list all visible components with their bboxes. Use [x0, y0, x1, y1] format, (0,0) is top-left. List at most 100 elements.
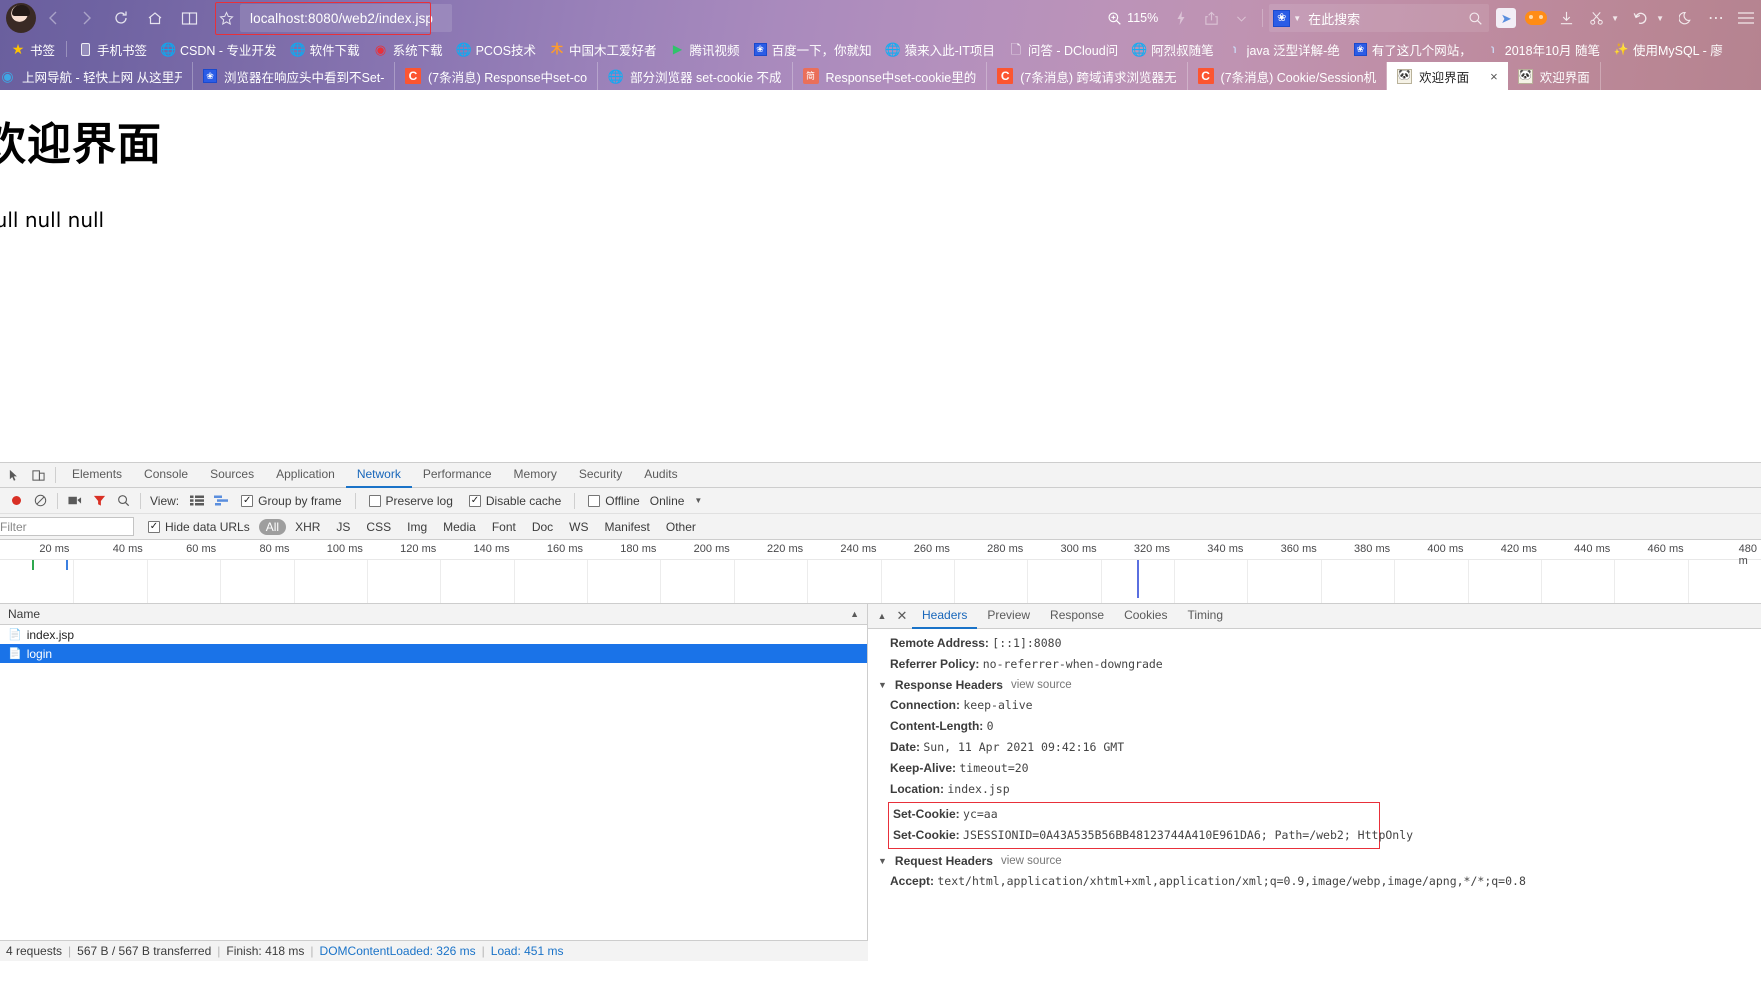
response-headers-section[interactable]: ▼ Response Headers view source — [878, 675, 1761, 695]
bird-extension-icon[interactable]: ➤ — [1491, 3, 1521, 33]
browser-tab[interactable]: C (7条消息) Cookie/Session机 — [1188, 62, 1388, 90]
bookmark-item[interactable]: 木中国木工爱好者 — [543, 38, 664, 60]
close-icon[interactable]: ✕ — [892, 606, 912, 626]
bookmark-item[interactable]: ❀ 百度一下，你就知 — [747, 38, 879, 60]
view-waterfall-icon[interactable] — [209, 489, 233, 513]
search-icon[interactable] — [111, 489, 135, 513]
bookmark-item[interactable]: 🌐 PCOS技术 — [450, 38, 543, 60]
bookmark-item[interactable]: ★ 书签 — [4, 38, 62, 60]
request-headers-section[interactable]: ▼ Request Headers view source — [878, 851, 1761, 871]
view-source-link[interactable]: view source — [1011, 679, 1072, 691]
bookmark-item[interactable]: ▶ 腾讯视频 — [664, 38, 747, 60]
browser-tab[interactable]: 简 Response中set-cookie里的 — [793, 62, 988, 90]
devtools-tab-performance[interactable]: Performance — [412, 463, 503, 488]
forward-arrow-icon[interactable] — [70, 3, 104, 33]
url-input[interactable]: localhost:8080/web2/index.jsp — [240, 4, 452, 32]
search-engine-caret-icon[interactable]: ▼ — [1293, 14, 1301, 23]
bookmark-item[interactable]: ◉ 系统下载 — [367, 38, 450, 60]
tab-close-icon[interactable]: × — [1490, 69, 1498, 84]
lightning-icon[interactable] — [1166, 3, 1196, 33]
devtools-tab-audits[interactable]: Audits — [633, 463, 688, 488]
bookmark-item[interactable]: 🌐 CSDN - 专业开发 — [154, 38, 284, 60]
refresh-icon[interactable] — [104, 3, 138, 33]
browser-tab[interactable]: C (7条消息) 跨域请求浏览器无 — [987, 62, 1188, 90]
filter-type-js[interactable]: JS — [329, 519, 357, 535]
browser-tab[interactable]: 🐼 欢迎界面 — [1508, 62, 1601, 90]
sort-arrow-icon[interactable]: ▲ — [850, 609, 859, 619]
devtools-tab-sources[interactable]: Sources — [199, 463, 265, 488]
table-row[interactable]: 📄 index.jsp — [0, 625, 867, 644]
devtools-tab-memory[interactable]: Memory — [503, 463, 568, 488]
reading-view-icon[interactable] — [172, 3, 206, 33]
game-controller-icon[interactable] — [1521, 3, 1551, 33]
devtools-tab-security[interactable]: Security — [568, 463, 633, 488]
request-list-header[interactable]: Name ▲ — [0, 604, 867, 625]
bookmark-item[interactable]: 手机书签 — [71, 38, 154, 60]
devtools-tab-console[interactable]: Console — [133, 463, 199, 488]
browser-tab[interactable]: 🌐 部分浏览器 set-cookie 不成 — [598, 62, 793, 90]
detail-tab-cookies[interactable]: Cookies — [1114, 604, 1177, 629]
throttling-caret-icon[interactable]: ▼ — [694, 496, 702, 505]
bookmark-item[interactable]: 🌐 软件下载 — [284, 38, 367, 60]
filter-type-img[interactable]: Img — [400, 519, 434, 535]
filter-type-manifest[interactable]: Manifest — [598, 519, 657, 535]
triangle-down-icon[interactable]: ▼ — [878, 856, 887, 866]
record-button[interactable] — [4, 489, 28, 513]
devtools-tab-application[interactable]: Application — [265, 463, 346, 488]
filter-input[interactable]: Filter — [0, 517, 134, 536]
search-input[interactable]: 在此搜索 — [1308, 9, 1360, 28]
view-source-link[interactable]: view source — [1001, 855, 1062, 867]
more-options-icon[interactable]: ⋯ — [1701, 3, 1731, 33]
undo-icon[interactable] — [1626, 3, 1656, 33]
search-box[interactable]: ❀ ▼ 在此搜索 — [1269, 4, 1490, 32]
download-icon[interactable] — [1551, 3, 1581, 33]
filter-type-xhr[interactable]: XHR — [288, 519, 327, 535]
device-toolbar-icon[interactable] — [26, 464, 50, 486]
home-icon[interactable] — [138, 3, 172, 33]
scissors-icon[interactable] — [1581, 3, 1611, 33]
back-arrow-icon[interactable] — [36, 3, 70, 33]
filter-type-media[interactable]: Media — [436, 519, 483, 535]
throttling-select[interactable]: Online — [650, 494, 685, 508]
browser-tab[interactable]: ◉ 上网导航 - 轻快上网 从这里开 — [0, 62, 193, 90]
table-row[interactable]: 📄 login — [0, 644, 867, 663]
hide-data-urls-checkbox[interactable]: ✓ Hide data URLs — [148, 520, 250, 534]
bookmark-item[interactable]: ✨ 使用MySQL - 廖 — [1607, 38, 1730, 60]
triangle-down-icon[interactable]: ▼ — [878, 680, 887, 690]
browser-tab-active[interactable]: 🐼 欢迎界面 × — [1387, 62, 1508, 90]
filter-type-font[interactable]: Font — [485, 519, 523, 535]
collapse-icon[interactable]: ▲ — [872, 606, 892, 626]
group-by-frame-checkbox[interactable]: ✓ Group by frame — [241, 494, 342, 508]
bookmark-item[interactable]: 🌐 阿烈叔随笔 — [1125, 38, 1221, 60]
filter-type-css[interactable]: CSS — [359, 519, 398, 535]
detail-tab-preview[interactable]: Preview — [977, 604, 1040, 629]
detail-tab-headers[interactable]: Headers — [912, 604, 978, 629]
filter-funnel-icon[interactable] — [87, 489, 111, 513]
bookmark-item[interactable]: 🗋 问答 - DCloud问 — [1002, 38, 1125, 60]
filter-type-ws[interactable]: WS — [562, 519, 595, 535]
inspect-element-icon[interactable] — [2, 464, 26, 486]
view-list-icon[interactable] — [185, 489, 209, 513]
browser-tab[interactable]: ❀ 浏览器在响应头中看到不Set- — [193, 62, 395, 90]
clear-button[interactable] — [28, 489, 52, 513]
scissors-caret-icon[interactable]: ▼ — [1611, 14, 1619, 23]
bookmark-item[interactable]: ℩ 2018年10月 随笔 — [1479, 38, 1607, 60]
preserve-log-checkbox[interactable]: Preserve log — [368, 494, 453, 508]
chevron-down-icon[interactable] — [1226, 3, 1256, 33]
filter-type-other[interactable]: Other — [659, 519, 703, 535]
offline-checkbox[interactable]: Offline — [588, 494, 640, 508]
address-bar-group[interactable]: localhost:8080/web2/index.jsp — [212, 2, 452, 35]
detail-tab-response[interactable]: Response — [1040, 604, 1114, 629]
filter-type-doc[interactable]: Doc — [525, 519, 560, 535]
bookmark-item[interactable]: 🌐 猿来入此-IT项目 — [879, 38, 1002, 60]
bookmark-item[interactable]: ❀ 有了这几个网站， — [1347, 38, 1479, 60]
detail-tab-timing[interactable]: Timing — [1177, 604, 1233, 629]
zoom-indicator[interactable]: 115% — [1107, 11, 1158, 26]
moon-icon[interactable] — [1671, 3, 1701, 33]
favorite-star-icon[interactable] — [212, 4, 240, 32]
disable-cache-checkbox[interactable]: ✓ Disable cache — [468, 494, 561, 508]
devtools-tab-network[interactable]: Network — [345, 463, 412, 488]
menu-hamburger-icon[interactable] — [1731, 3, 1761, 33]
share-icon[interactable] — [1196, 3, 1226, 33]
bookmark-item[interactable]: ℩ java 泛型详解-绝 — [1221, 38, 1347, 60]
